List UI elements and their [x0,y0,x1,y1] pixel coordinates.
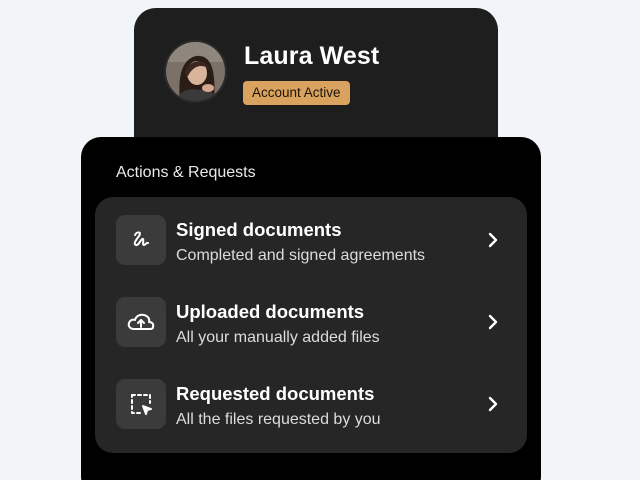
selection-cursor-icon [116,379,166,429]
item-title: Requested documents [176,383,375,404]
item-subtitle: All the files requested by you [176,411,381,428]
item-title: Signed documents [176,219,342,240]
signed-documents-item[interactable]: Signed documents Completed and signed ag… [95,197,527,279]
requested-documents-item[interactable]: Requested documents All the files reques… [95,361,527,443]
item-title: Uploaded documents [176,301,365,322]
uploaded-documents-item[interactable]: Uploaded documents All your manually add… [95,279,527,361]
signature-icon [116,215,166,265]
chevron-right-icon [488,232,498,248]
actions-list: Signed documents Completed and signed ag… [95,197,527,453]
profile-name: Laura West [244,42,380,70]
stage: Laura West Account Active Actions & Requ… [0,0,640,480]
avatar [164,40,227,103]
item-subtitle: All your manually added files [176,329,380,346]
actions-panel: Actions & Requests Signed documents Comp… [81,137,541,480]
chevron-right-icon [488,396,498,412]
chevron-right-icon [488,314,498,330]
section-title: Actions & Requests [116,164,256,181]
status-badge: Account Active [243,81,350,105]
item-subtitle: Completed and signed agreements [176,247,426,264]
cloud-upload-icon [116,297,166,347]
